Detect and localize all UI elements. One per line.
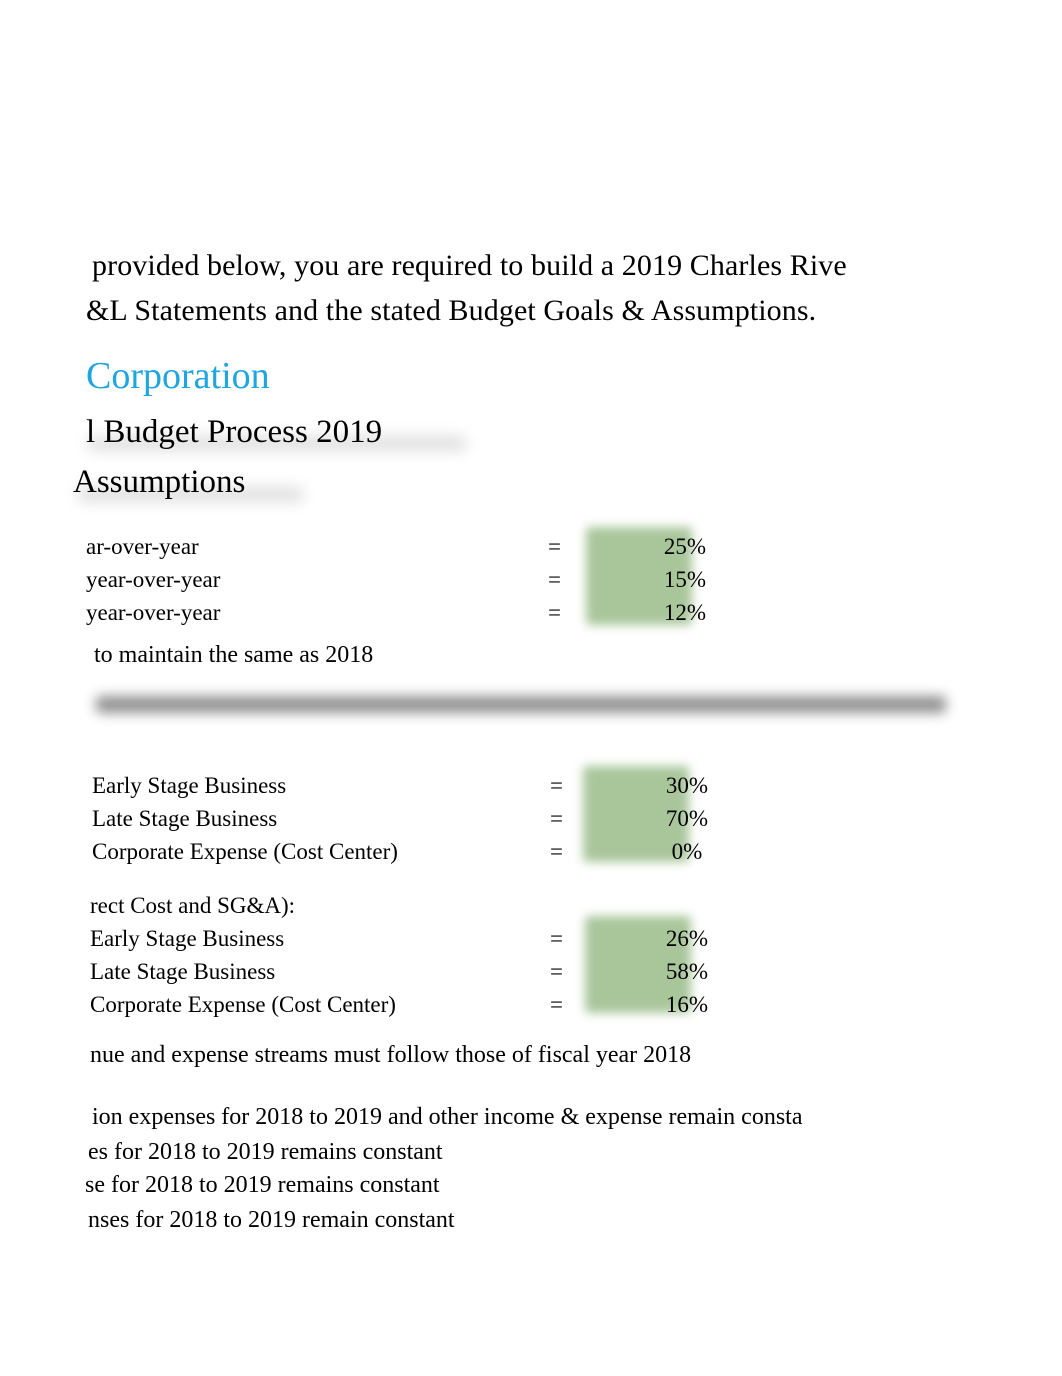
assumption-value: 70% xyxy=(665,806,709,831)
assumption-value: 0% xyxy=(671,839,703,864)
assumption-row: Corporate Expense (Cost Center) = 16% xyxy=(90,988,790,1021)
assumption-label: Late Stage Business xyxy=(92,806,278,831)
assumption-value: 26% xyxy=(665,926,709,951)
assumption-row: year-over-year = 12% xyxy=(86,596,786,629)
redaction-bar xyxy=(96,696,946,713)
assumption-value: 16% xyxy=(665,992,709,1017)
equals-sign: = xyxy=(550,959,563,984)
assumption-group-cost-mix: rect Cost and SG&A): Early Stage Busines… xyxy=(90,889,790,1021)
note-line-b: ion expenses for 2018 to 2019 and other … xyxy=(92,1104,803,1130)
intro-line-1: provided below, you are required to buil… xyxy=(92,249,847,282)
assumption-row: Late Stage Business = 70% xyxy=(92,802,792,835)
equals-sign: = xyxy=(550,806,563,831)
equals-sign: = xyxy=(550,926,563,951)
assumption-label: ar-over-year xyxy=(86,534,199,559)
assumption-label: Corporate Expense (Cost Center) xyxy=(92,839,398,864)
equals-sign: = xyxy=(548,534,561,559)
assumption-group-label: rect Cost and SG&A): xyxy=(90,893,296,918)
intro-paragraph: provided below, you are required to buil… xyxy=(86,243,986,333)
assumption-value: 58% xyxy=(665,959,709,984)
page-subtitle-budget-process: l Budget Process 2019 xyxy=(86,414,383,450)
assumption-value: 30% xyxy=(665,773,709,798)
assumption-value: 25% xyxy=(663,534,707,559)
page-title-corporation: Corporation xyxy=(86,355,270,397)
assumption-row: Late Stage Business = 58% xyxy=(90,955,790,988)
note-line-e: nses for 2018 to 2019 remain constant xyxy=(88,1207,455,1233)
assumption-label: Early Stage Business xyxy=(90,926,285,951)
assumption-label: year-over-year xyxy=(86,600,221,625)
assumption-group-revenue-mix: Early Stage Business = 30% Late Stage Bu… xyxy=(92,769,792,868)
assumption-label: year-over-year xyxy=(86,567,221,592)
section-heading-assumptions: Assumptions xyxy=(73,464,246,500)
document-page: provided below, you are required to buil… xyxy=(0,0,1062,1376)
assumption-label: Corporate Expense (Cost Center) xyxy=(90,992,396,1017)
note-maintain-same: to maintain the same as 2018 xyxy=(94,642,374,668)
note-line-c: es for 2018 to 2019 remains constant xyxy=(88,1139,443,1165)
equals-sign: = xyxy=(550,773,563,798)
equals-sign: = xyxy=(548,567,561,592)
assumption-value: 15% xyxy=(663,567,707,592)
assumption-value: 12% xyxy=(663,600,707,625)
assumption-row: Early Stage Business = 26% xyxy=(90,922,790,955)
assumption-row: ar-over-year = 25% xyxy=(86,530,786,563)
equals-sign: = xyxy=(550,839,563,864)
equals-sign: = xyxy=(548,600,561,625)
equals-sign: = xyxy=(550,992,563,1017)
assumption-row: Early Stage Business = 30% xyxy=(92,769,792,802)
assumption-row: Corporate Expense (Cost Center) = 0% xyxy=(92,835,792,868)
assumption-label: Late Stage Business xyxy=(90,959,276,984)
note-line-a: nue and expense streams must follow thos… xyxy=(90,1042,692,1068)
note-line-d: se for 2018 to 2019 remains constant xyxy=(85,1172,440,1198)
assumption-label: Early Stage Business xyxy=(92,773,287,798)
intro-line-2: &L Statements and the stated Budget Goal… xyxy=(86,294,817,327)
assumption-group-growth: ar-over-year = 25% year-over-year = 15% … xyxy=(86,530,786,629)
assumption-row: year-over-year = 15% xyxy=(86,563,786,596)
